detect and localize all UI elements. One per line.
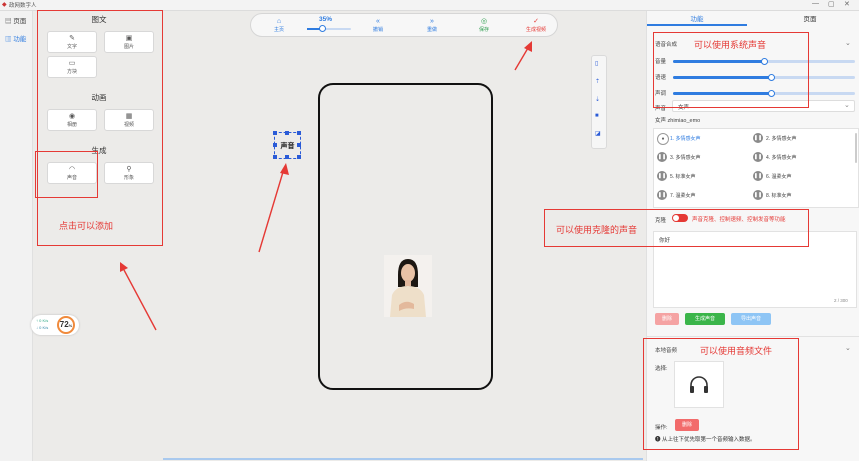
arrow-to-generate-video: [514, 41, 532, 71]
annotation-arrows: [120, 41, 532, 331]
arrow-to-sound-element: [258, 163, 289, 253]
arrow-to-tools: [120, 262, 157, 331]
